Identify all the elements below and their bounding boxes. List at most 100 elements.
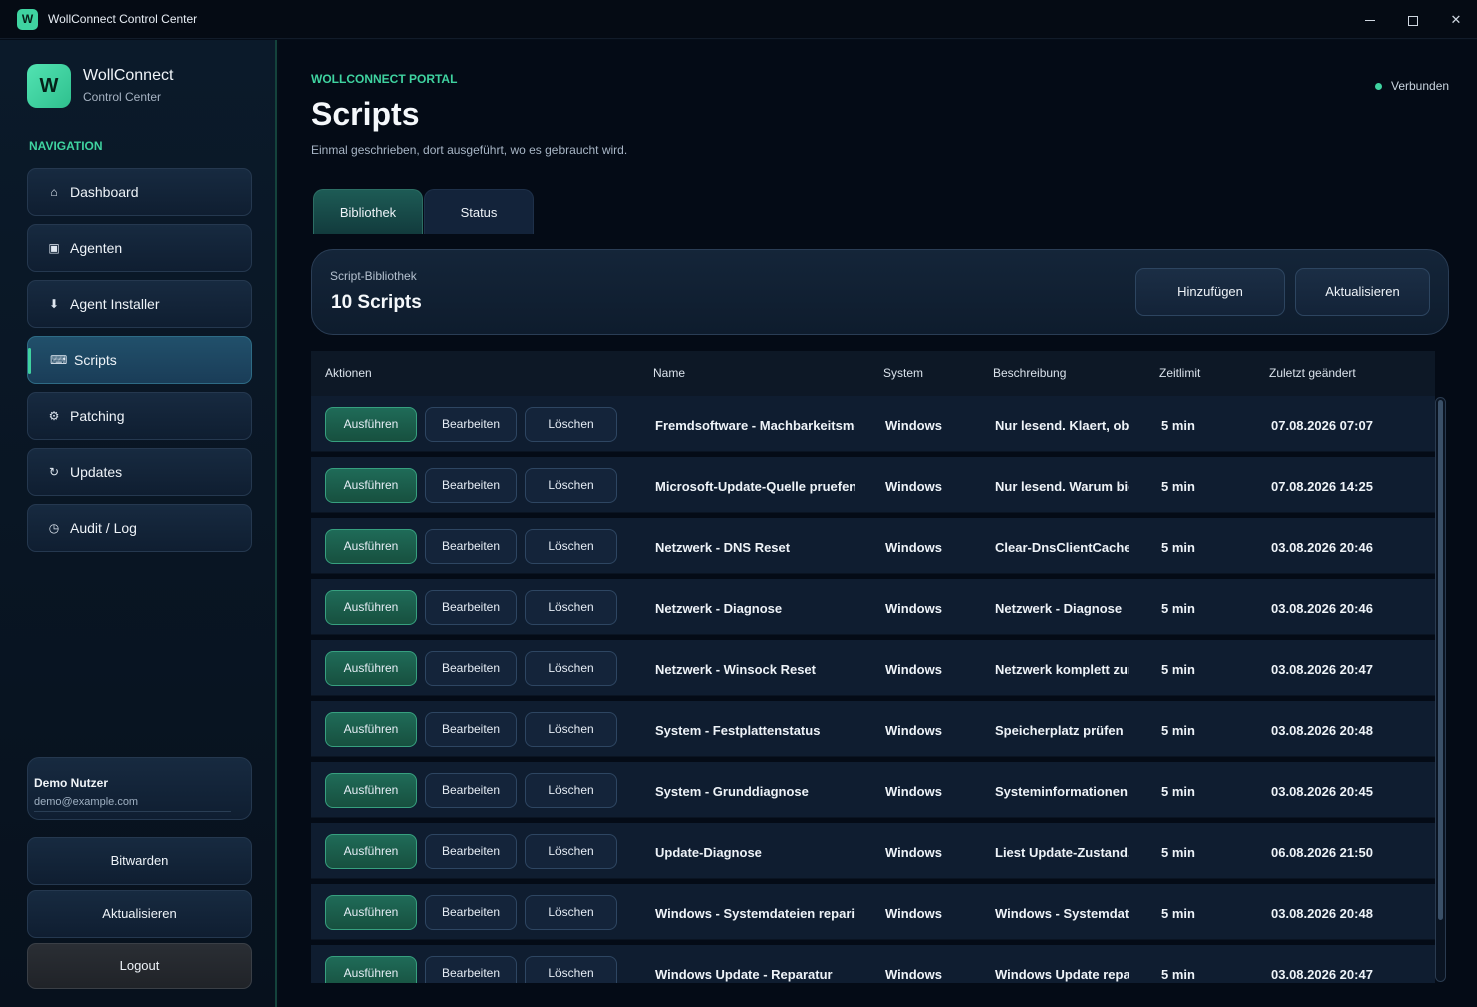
edit-button[interactable]: Bearbeiten: [425, 529, 517, 564]
script-name: System - Festplattenstatus: [655, 723, 821, 738]
script-system: Windows: [885, 967, 942, 982]
maximize-button[interactable]: [1391, 0, 1435, 39]
run-button[interactable]: Ausführen: [325, 468, 417, 503]
run-button[interactable]: Ausführen: [325, 773, 417, 808]
tab-status[interactable]: Status: [424, 189, 534, 234]
scrollbar-thumb[interactable]: [1438, 400, 1443, 920]
run-button[interactable]: Ausführen: [325, 956, 417, 983]
delete-button[interactable]: Löschen: [525, 834, 617, 869]
user-card: Demo Nutzer demo@example.com: [27, 757, 252, 820]
close-button[interactable]: ✕: [1434, 0, 1477, 39]
sidebar-item-label: Updates: [70, 464, 123, 480]
sidebar-item-agent-installer[interactable]: ⬇ Agent Installer: [27, 280, 252, 328]
delete-button[interactable]: Löschen: [525, 956, 617, 983]
script-timeout: 5 min: [1161, 479, 1195, 494]
sidebar-item-agenten[interactable]: ▣ Agenten: [27, 224, 252, 272]
sidebar-refresh-button[interactable]: Aktualisieren: [27, 890, 252, 938]
run-button[interactable]: Ausführen: [325, 529, 417, 564]
column-header-beschreibung[interactable]: Beschreibung: [993, 366, 1066, 380]
delete-button[interactable]: Löschen: [525, 407, 617, 442]
logout-button[interactable]: Logout: [27, 943, 252, 989]
column-header-zeitlimit[interactable]: Zeitlimit: [1159, 366, 1200, 380]
nav-heading: NAVIGATION: [29, 139, 103, 153]
sidebar-item-audit-log[interactable]: ◷ Audit / Log: [27, 504, 252, 552]
edit-button[interactable]: Bearbeiten: [425, 651, 517, 686]
edit-button[interactable]: Bearbeiten: [425, 712, 517, 747]
tab-bibliothek[interactable]: Bibliothek: [313, 189, 423, 234]
script-modified: 03.08.2026 20:48: [1271, 723, 1373, 738]
delete-button[interactable]: Löschen: [525, 773, 617, 808]
sidebar-item-dashboard[interactable]: ⌂ Dashboard: [27, 168, 252, 216]
table-row[interactable]: Ausführen Bearbeiten Löschen Netzwerk - Dia…: [311, 579, 1435, 635]
delete-button[interactable]: Löschen: [525, 895, 617, 930]
run-button[interactable]: Ausführen: [325, 712, 417, 747]
delete-button[interactable]: Löschen: [525, 529, 617, 564]
run-button[interactable]: Ausführen: [325, 834, 417, 869]
run-button[interactable]: Ausführen: [325, 895, 417, 930]
script-modified: 03.08.2026 20:46: [1271, 601, 1373, 616]
table-row[interactable]: Ausführen Bearbeiten Löschen Windows - Syst…: [311, 884, 1435, 940]
table-row[interactable]: Ausführen Bearbeiten Löschen System - Festp…: [311, 701, 1435, 757]
user-name: Demo Nutzer: [34, 776, 109, 790]
edit-button[interactable]: Bearbeiten: [425, 590, 517, 625]
table-row[interactable]: Ausführen Bearbeiten Löschen Netzwerk - DNS…: [311, 518, 1435, 574]
refresh-icon: ↻: [48, 465, 60, 479]
sidebar-item-updates[interactable]: ↻ Updates: [27, 448, 252, 496]
sidebar-item-scripts[interactable]: ⌨ Scripts: [27, 336, 252, 384]
column-header-zuletzt-geaendert[interactable]: Zuletzt geändert: [1269, 366, 1356, 380]
sidebar: W WollConnect Control Center NAVIGATION …: [0, 40, 277, 1007]
sidebar-item-label: Scripts: [74, 352, 117, 368]
table-row[interactable]: Ausführen Bearbeiten Löschen Netzwerk - Win…: [311, 640, 1435, 696]
sidebar-item-patching[interactable]: ⚙ Patching: [27, 392, 252, 440]
delete-button[interactable]: Löschen: [525, 651, 617, 686]
edit-button[interactable]: Bearbeiten: [425, 956, 517, 983]
maximize-icon: [1408, 15, 1418, 26]
bitwarden-button[interactable]: Bitwarden: [27, 837, 252, 885]
table-scrollbar[interactable]: [1435, 397, 1446, 982]
table-row[interactable]: Ausführen Bearbeiten Löschen Windows Update…: [311, 945, 1435, 983]
script-timeout: 5 min: [1161, 662, 1195, 677]
script-description: Windows - Systemdate: [995, 906, 1129, 921]
script-timeout: 5 min: [1161, 540, 1195, 555]
table-row[interactable]: Ausführen Bearbeiten Löschen System - Grund…: [311, 762, 1435, 818]
refresh-button[interactable]: Aktualisieren: [1295, 268, 1430, 316]
edit-button[interactable]: Bearbeiten: [425, 407, 517, 442]
script-modified: 03.08.2026 20:46: [1271, 540, 1373, 555]
delete-button[interactable]: Löschen: [525, 590, 617, 625]
minimize-icon: [1365, 20, 1375, 22]
script-system: Windows: [885, 479, 942, 494]
delete-button[interactable]: Löschen: [525, 712, 617, 747]
table-header: Aktionen Name System Beschreibung Zeitli…: [311, 351, 1435, 396]
script-system: Windows: [885, 601, 942, 616]
column-header-name[interactable]: Name: [653, 366, 685, 380]
table-row[interactable]: Ausführen Bearbeiten Löschen Update-Diagnos…: [311, 823, 1435, 879]
script-timeout: 5 min: [1161, 601, 1195, 616]
script-description: Nur lesend. Klaert, ob w: [995, 418, 1129, 433]
script-timeout: 5 min: [1161, 845, 1195, 860]
script-timeout: 5 min: [1161, 967, 1195, 982]
minimize-button[interactable]: [1348, 0, 1392, 39]
edit-button[interactable]: Bearbeiten: [425, 468, 517, 503]
divider: [34, 811, 231, 812]
script-description: Netzwerk komplett zur: [995, 662, 1129, 677]
edit-button[interactable]: Bearbeiten: [425, 773, 517, 808]
script-modified: 03.08.2026 20:47: [1271, 662, 1373, 677]
sidebar-item-label: Dashboard: [70, 184, 139, 200]
library-panel: Script-Bibliothek 10 Scripts Hinzufügen …: [311, 249, 1449, 335]
run-button[interactable]: Ausführen: [325, 407, 417, 442]
script-description: Clear-DnsClientCache: [995, 540, 1129, 555]
table-row[interactable]: Ausführen Bearbeiten Löschen Microsoft-Upda…: [311, 457, 1435, 513]
script-description: Windows Update repar: [995, 967, 1129, 982]
app-icon: W: [17, 9, 38, 30]
add-script-button[interactable]: Hinzufügen: [1135, 268, 1285, 316]
delete-button[interactable]: Löschen: [525, 468, 617, 503]
page-title: Scripts: [311, 96, 420, 132]
edit-button[interactable]: Bearbeiten: [425, 834, 517, 869]
table-row[interactable]: Ausführen Bearbeiten Löschen Fremdsoftware …: [311, 396, 1435, 452]
script-modified: 03.08.2026 20:47: [1271, 967, 1373, 982]
run-button[interactable]: Ausführen: [325, 651, 417, 686]
edit-button[interactable]: Bearbeiten: [425, 895, 517, 930]
run-button[interactable]: Ausführen: [325, 590, 417, 625]
column-header-system[interactable]: System: [883, 366, 923, 380]
script-name: Windows - Systemdateien reparie: [655, 906, 855, 921]
